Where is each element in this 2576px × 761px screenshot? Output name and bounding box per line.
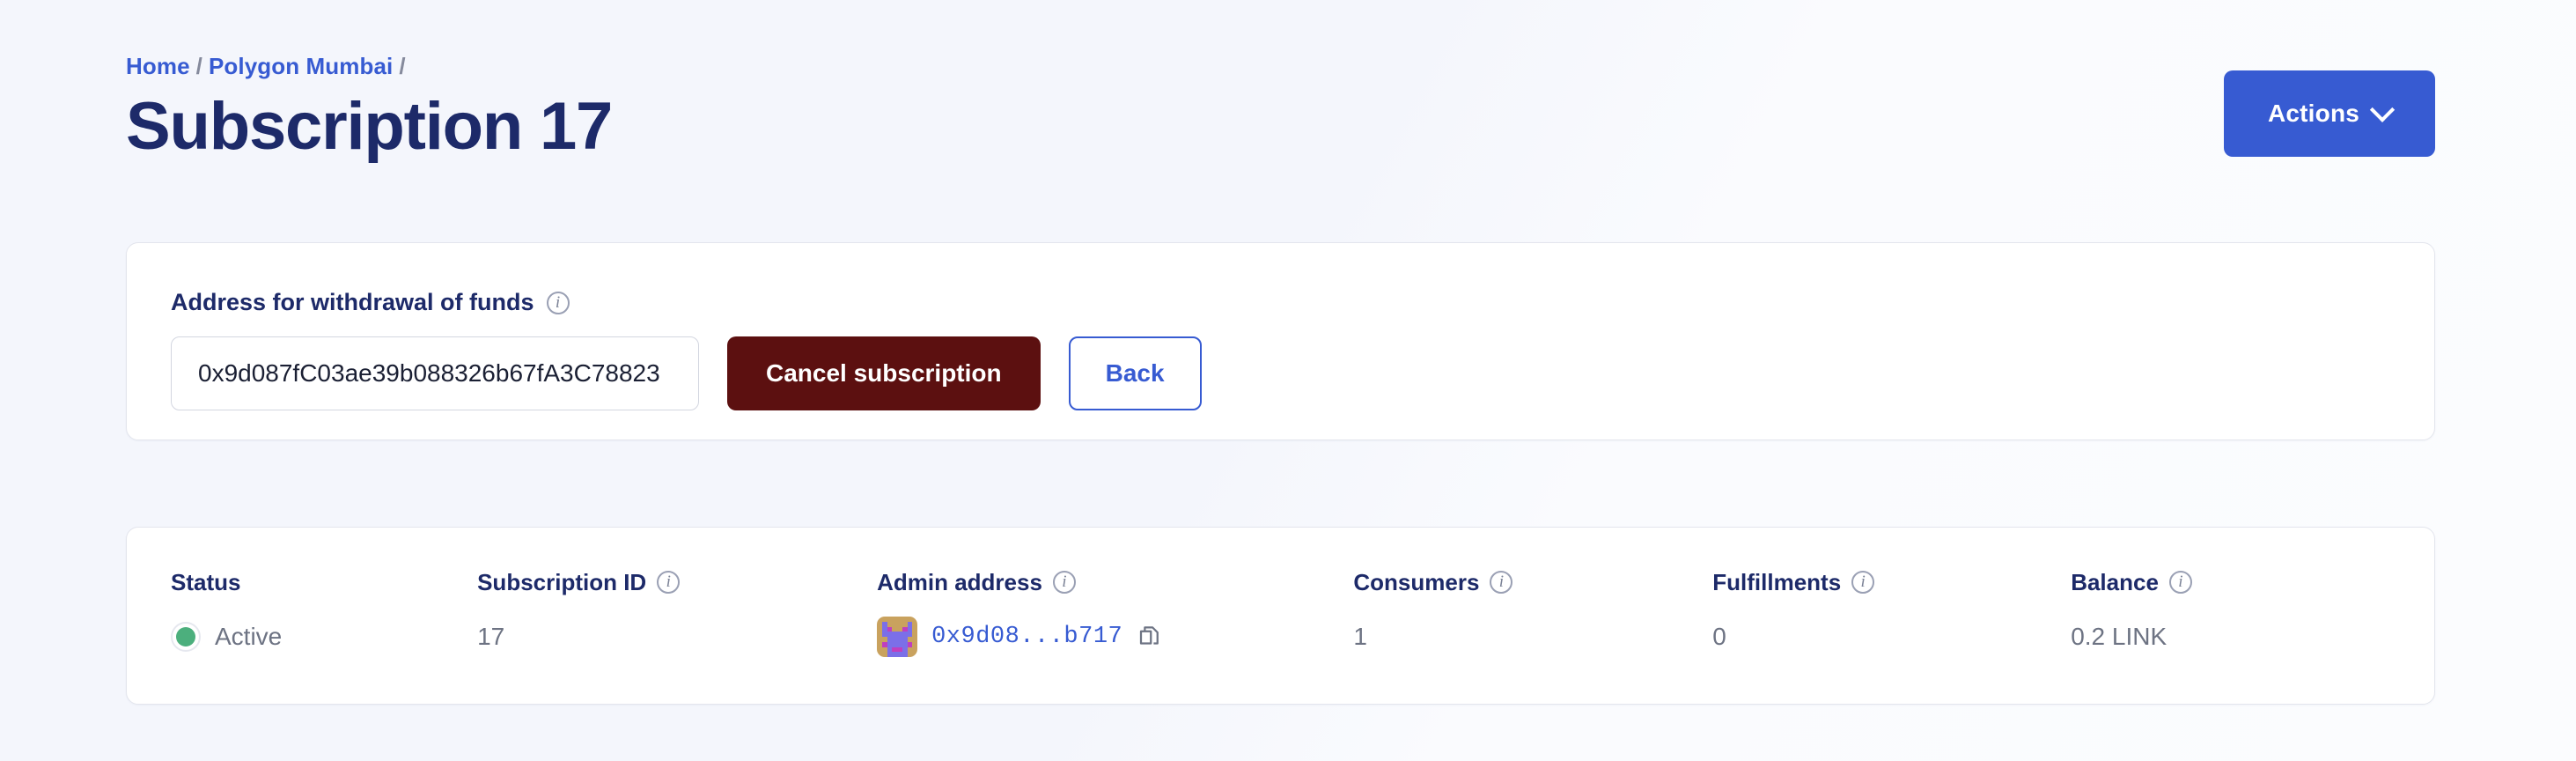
page-title: Subscription 17 xyxy=(126,89,613,164)
breadcrumb: Home / Polygon Mumbai / xyxy=(126,55,2435,78)
stat-subscription-id-value: 17 xyxy=(477,623,505,650)
actions-button[interactable]: Actions xyxy=(2224,70,2435,157)
page-header: Home / Polygon Mumbai / Subscription 17 Act… xyxy=(126,55,2435,162)
stat-subscription-id-header: Subscription ID i xyxy=(477,568,877,596)
stat-fulfillments: Fulfillments i 0 xyxy=(1712,568,2071,656)
status-badge: Active xyxy=(215,623,283,650)
stat-consumers-header-text: Consumers xyxy=(1353,568,1480,595)
stat-balance-value: 0.2 LINK xyxy=(2071,623,2168,650)
breadcrumb-separator: / xyxy=(195,53,202,79)
withdrawal-address-label-text: Address for withdrawal of funds xyxy=(171,289,534,315)
actions-button-label: Actions xyxy=(2267,100,2360,127)
info-icon[interactable]: i xyxy=(546,291,570,314)
stat-balance-header: Balance i xyxy=(2071,568,2390,596)
withdrawal-address-input[interactable] xyxy=(171,336,699,410)
info-icon[interactable]: i xyxy=(1851,571,1875,594)
subscription-stats-card: Status Active Subscription ID i 17 Admin… xyxy=(126,527,2435,705)
stat-admin-address-header: Admin address i xyxy=(877,568,1353,596)
chevron-down-icon xyxy=(2369,97,2396,122)
stat-admin-address: Admin address i 0x9d08...b717 xyxy=(877,568,1353,657)
stat-fulfillments-header-text: Fulfillments xyxy=(1712,568,1842,595)
stat-subscription-id: Subscription ID i 17 xyxy=(477,568,877,656)
stat-consumers-value: 1 xyxy=(1353,623,1367,650)
back-button[interactable]: Back xyxy=(1068,336,1202,410)
info-icon[interactable]: i xyxy=(657,571,681,594)
admin-address-link[interactable]: 0x9d08...b717 xyxy=(931,624,1122,650)
stat-admin-address-header-text: Admin address xyxy=(877,568,1042,595)
stat-status-header-text: Status xyxy=(171,568,241,595)
breadcrumb-link-home[interactable]: Home xyxy=(126,53,190,79)
info-icon[interactable]: i xyxy=(1052,571,1076,594)
stat-balance: Balance i 0.2 LINK xyxy=(2071,568,2390,656)
stat-subscription-id-header-text: Subscription ID xyxy=(477,568,647,595)
info-icon[interactable]: i xyxy=(2168,571,2192,594)
info-icon[interactable]: i xyxy=(1490,571,1513,594)
stat-consumers: Consumers i 1 xyxy=(1353,568,1712,656)
stats-row: Status Active Subscription ID i 17 Admin… xyxy=(171,568,2390,657)
stat-admin-address-value: 0x9d08...b717 xyxy=(877,617,1353,657)
copy-icon[interactable] xyxy=(1137,624,1163,650)
stat-status-header: Status xyxy=(171,568,477,596)
breadcrumb-separator: / xyxy=(399,53,406,79)
withdrawal-address-label: Address for withdrawal of funds i xyxy=(171,289,570,316)
stat-fulfillments-header: Fulfillments i xyxy=(1712,568,2071,596)
cancel-subscription-button[interactable]: Cancel subscription xyxy=(727,336,1041,410)
withdrawal-card: Address for withdrawal of funds i Cancel… xyxy=(126,242,2435,440)
stat-consumers-header: Consumers i xyxy=(1353,568,1712,596)
stat-fulfillments-value: 0 xyxy=(1712,623,1726,650)
status-indicator-icon xyxy=(171,622,201,652)
blockie-avatar-icon xyxy=(877,617,918,657)
stat-balance-header-text: Balance xyxy=(2071,568,2159,595)
withdrawal-controls-row: Cancel subscription Back xyxy=(171,336,1202,410)
status-dot xyxy=(176,627,195,646)
stat-status: Status Active xyxy=(171,568,477,656)
page-root: Home / Polygon Mumbai / Subscription 17 Act… xyxy=(0,0,2576,761)
stat-status-value: Active xyxy=(171,617,477,656)
breadcrumb-link-network[interactable]: Polygon Mumbai xyxy=(209,53,393,79)
